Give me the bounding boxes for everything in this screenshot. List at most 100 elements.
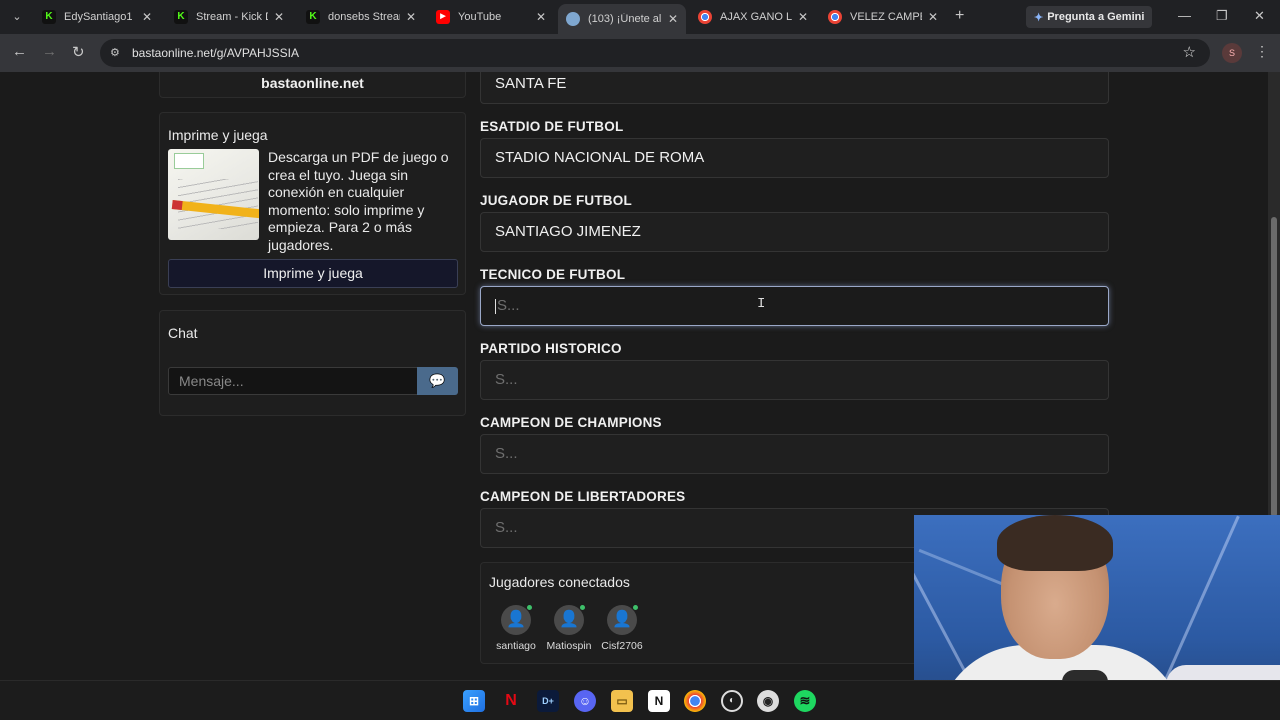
chrome-icon[interactable] [684, 690, 706, 712]
scrollbar-thumb[interactable] [1271, 217, 1277, 517]
answer-field[interactable]: S... [480, 434, 1109, 474]
kick-icon: K [174, 10, 188, 24]
answer-field[interactable]: STADIO NACIONAL DE ROMA [480, 138, 1109, 178]
windows-taskbar: ⊞ N D+ ☺ ▭ N ◐ ◉ ≋ [0, 680, 1280, 720]
player-name: santiago [496, 640, 536, 652]
connected-players-title: Jugadores conectados [489, 574, 630, 590]
close-icon[interactable]: ✕ [928, 10, 938, 24]
browser-tab-active[interactable]: (103) ¡Únete al j ✕ [558, 4, 686, 34]
url-text[interactable]: bastaonline.net/g/AVPAHJSSIA [132, 46, 299, 60]
basta-logo-image [174, 153, 204, 169]
site-card: bastaonline.net [159, 72, 466, 98]
chat-bubble-icon: 💬 [429, 373, 446, 388]
notion-icon[interactable]: N [648, 690, 670, 712]
user-avatar-icon: 👤 [554, 604, 586, 635]
player-item[interactable]: 👤 Matiospin [539, 604, 599, 652]
spotify-icon[interactable]: ≋ [794, 690, 816, 712]
tab-title: YouTube [458, 11, 502, 23]
disney-icon[interactable]: D+ [537, 690, 559, 712]
kick-icon: K [42, 10, 56, 24]
ibeam-cursor-icon: I [757, 296, 766, 312]
forward-arrow-icon[interactable]: → [42, 43, 57, 60]
field-placeholder: S... [497, 297, 520, 314]
online-status-dot [632, 604, 639, 611]
window-close-icon[interactable]: ✕ [1254, 8, 1265, 24]
field-label: CAMPEON DE LIBERTADORES [480, 489, 686, 504]
player-item[interactable]: 👤 Cisf2706 [592, 604, 652, 652]
steam-icon[interactable]: ◐ [721, 690, 743, 712]
browser-tab[interactable]: AJAX GANO LA ✕ [690, 4, 816, 30]
tab-title: VELEZ CAMPEO [850, 11, 922, 23]
print-card-description: Descarga un PDF de juego o crea el tuyo.… [268, 149, 449, 253]
tab-title: Stream - Kick Da [196, 11, 268, 23]
user-avatar-icon: 👤 [607, 604, 639, 635]
restore-icon[interactable]: ❐ [1216, 8, 1228, 24]
tab-title: AJAX GANO LA [720, 11, 792, 23]
field-label: PARTIDO HISTORICO [480, 341, 622, 356]
browser-tab[interactable]: K donsebs Stream ✕ [298, 4, 424, 30]
field-label: CAMPEON DE CHAMPIONS [480, 415, 662, 430]
browser-tab[interactable]: K EdySantiago1 St ✕ [34, 4, 160, 30]
menu-dots-icon[interactable]: ⋮ [1255, 43, 1269, 60]
browser-toolbar: ← → ↻ ⚙ bastaonline.net/g/AVPAHJSSIA ☆ S… [0, 34, 1280, 72]
answer-field[interactable]: S... [480, 360, 1109, 400]
file-explorer-icon[interactable]: ▭ [611, 690, 633, 712]
close-icon[interactable]: ✕ [274, 10, 284, 24]
field-label: ESATDIO DE FUTBOL [480, 119, 624, 134]
close-icon[interactable]: ✕ [798, 10, 808, 24]
close-icon[interactable]: ✕ [142, 10, 152, 24]
print-and-play-button[interactable]: Imprime y juega [168, 259, 458, 288]
print-card: Imprime y juega Descarga un PDF de juego… [159, 112, 466, 295]
chat-title: Chat [168, 325, 198, 341]
close-icon[interactable]: ✕ [668, 12, 678, 26]
bookmark-star-icon[interactable]: ☆ [1183, 43, 1196, 61]
chat-card: Chat Mensaje... 💬 [159, 310, 466, 416]
player-name: Matiospin [546, 640, 592, 652]
field-label: JUGAODR DE FUTBOL [480, 193, 632, 208]
online-status-dot [579, 604, 586, 611]
text-caret [495, 298, 496, 314]
site-info-icon[interactable]: ⚙ [110, 46, 120, 59]
online-status-dot [526, 604, 533, 611]
tab-title: (103) ¡Únete al j [588, 13, 662, 25]
tab-title: EdySantiago1 St [64, 11, 136, 23]
gemini-button[interactable]: ✦ Pregunta a Gemini [1026, 6, 1152, 28]
tab-search-icon[interactable]: ⌄ [6, 7, 28, 27]
close-icon[interactable]: ✕ [406, 10, 416, 24]
kick-icon: K [306, 10, 320, 24]
browser-tabstrip: ⌄ K EdySantiago1 St ✕ K Stream - Kick Da… [0, 0, 1280, 34]
basta-icon [566, 12, 580, 26]
profile-avatar[interactable]: S [1222, 43, 1242, 63]
print-game-thumbnail [168, 149, 259, 240]
person-hair [997, 515, 1113, 571]
player-item[interactable]: 👤 santiago [486, 604, 546, 652]
reload-icon[interactable]: ↻ [72, 43, 85, 61]
gemini-label: Pregunta a Gemini [1047, 11, 1145, 23]
google-icon [828, 10, 842, 24]
answer-field-focused[interactable]: S... [480, 286, 1109, 326]
close-icon[interactable]: ✕ [536, 10, 546, 24]
minimize-icon[interactable]: — [1178, 8, 1191, 23]
send-message-button[interactable]: 💬 [417, 367, 458, 395]
browser-tab[interactable]: K Stream - Kick Da ✕ [166, 4, 292, 30]
back-arrow-icon[interactable]: ← [12, 43, 27, 60]
player-name: Cisf2706 [601, 640, 643, 652]
address-bar[interactable]: ⚙ bastaonline.net/g/AVPAHJSSIA ☆ [100, 39, 1210, 67]
obs-icon[interactable]: ◉ [757, 690, 779, 712]
answer-field-top[interactable]: SANTA FE [480, 72, 1109, 104]
site-name: bastaonline.net [261, 75, 364, 91]
tab-title: donsebs Stream [328, 11, 400, 23]
print-card-title: Imprime y juega [168, 127, 268, 143]
youtube-icon: ▶ [436, 10, 450, 24]
new-tab-button[interactable]: + [955, 7, 964, 25]
netflix-icon[interactable]: N [500, 690, 522, 712]
google-icon [698, 10, 712, 24]
discord-icon[interactable]: ☺ [574, 690, 596, 712]
browser-tab[interactable]: ▶ YouTube ✕ [428, 4, 554, 30]
chat-message-input[interactable]: Mensaje... [168, 367, 418, 395]
gemini-sparkle-icon: ✦ [1034, 11, 1044, 24]
windows-start-icon[interactable]: ⊞ [463, 690, 485, 712]
browser-tab[interactable]: VELEZ CAMPEO ✕ [820, 4, 946, 30]
user-avatar-icon: 👤 [501, 604, 533, 635]
answer-field[interactable]: SANTIAGO JIMENEZ [480, 212, 1109, 252]
